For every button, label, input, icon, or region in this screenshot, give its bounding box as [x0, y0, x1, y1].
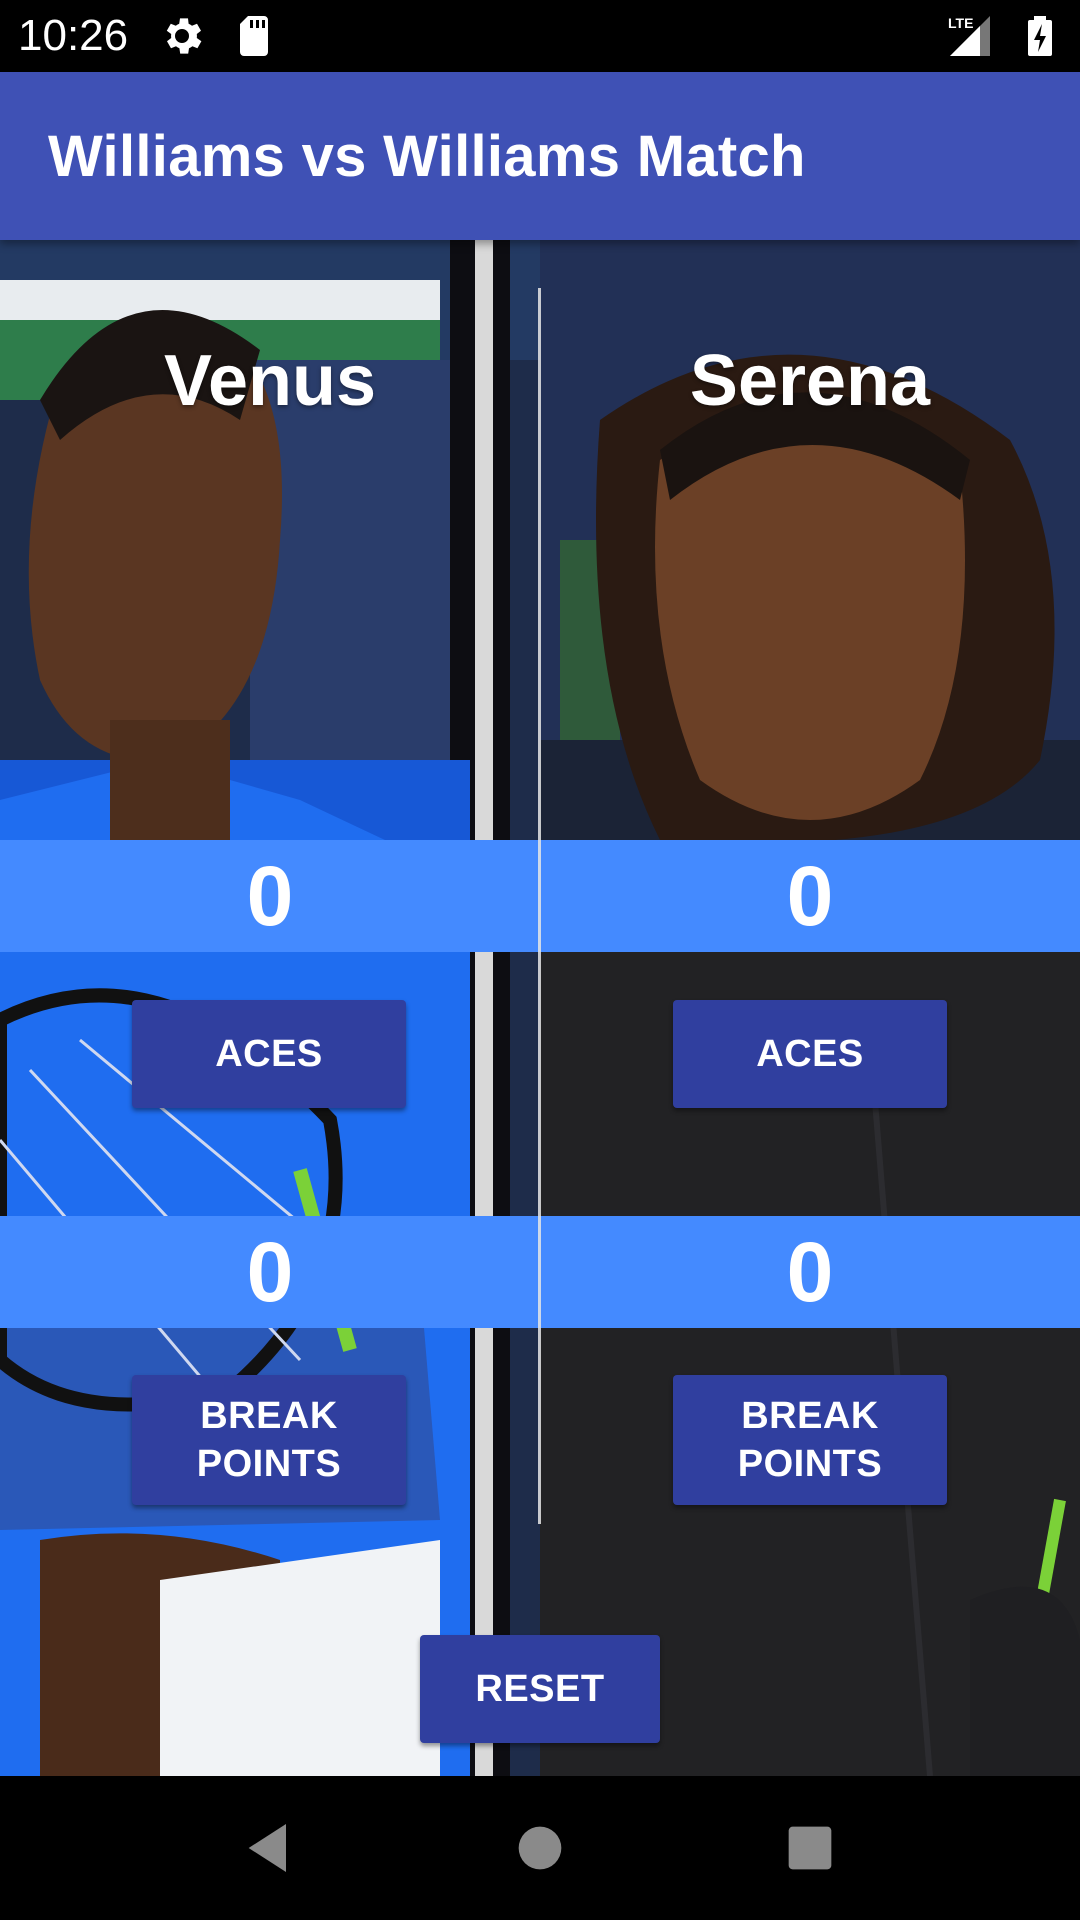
back-icon[interactable] — [238, 1816, 302, 1880]
venus-break-points-button[interactable]: BREAK POINTS — [132, 1375, 406, 1505]
venus-break-points-score: 0 — [246, 1225, 294, 1319]
serena-aces-button[interactable]: ACES — [673, 1000, 947, 1108]
app-screen: 10:26 LTE Williams vs Williams Match Ven… — [0, 0, 1080, 1920]
battery-charging-icon — [1016, 12, 1064, 60]
signal-icon: LTE — [946, 12, 994, 60]
serena-name: Serena — [689, 341, 931, 421]
navigation-bar — [0, 1776, 1080, 1920]
venus-aces-button[interactable]: ACES — [132, 1000, 406, 1108]
app-bar: Williams vs Williams Match — [0, 72, 1080, 240]
svg-text:LTE: LTE — [948, 15, 973, 31]
app-title: Williams vs Williams Match — [48, 124, 806, 189]
venus-name: Venus — [163, 341, 377, 421]
serena-break-points-button[interactable]: BREAK POINTS — [673, 1375, 947, 1505]
status-bar: 10:26 LTE — [0, 0, 1080, 72]
recents-icon[interactable] — [778, 1816, 842, 1880]
settings-icon — [158, 12, 206, 60]
serena-break-points-score: 0 — [786, 1225, 834, 1319]
sd-card-icon — [230, 12, 278, 60]
scoreboard: Venus Serena 0 0 ACES ACES 0 0 BREAK POI… — [0, 240, 1080, 1776]
serena-aces-score: 0 — [786, 849, 834, 943]
status-time: 10:26 — [18, 11, 129, 60]
reset-button[interactable]: RESET — [420, 1635, 660, 1743]
venus-aces-score: 0 — [246, 849, 294, 943]
home-icon[interactable] — [508, 1816, 572, 1880]
